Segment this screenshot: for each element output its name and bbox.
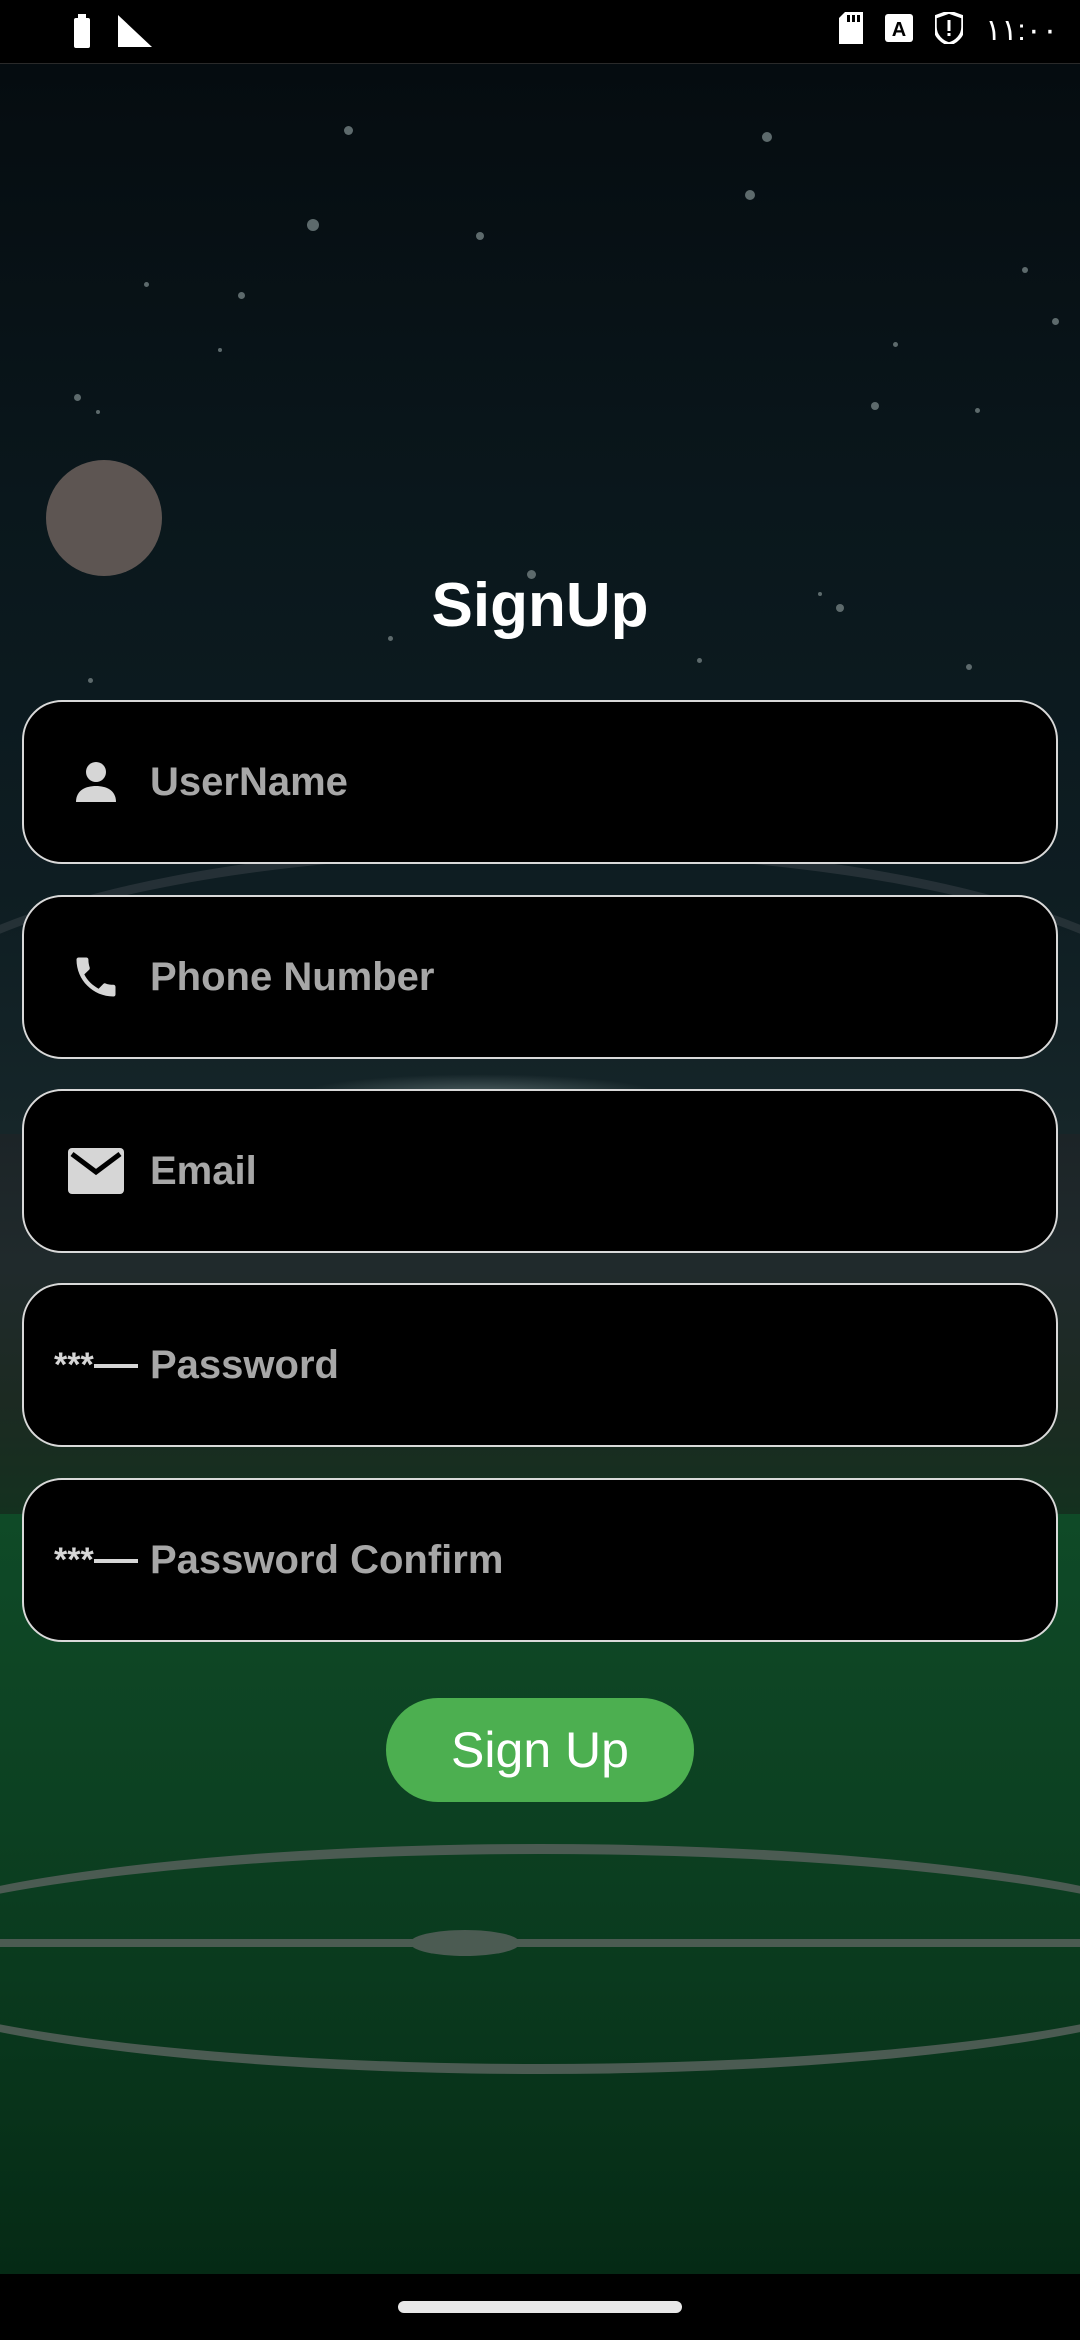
star: [745, 190, 755, 200]
signal-icon: [118, 15, 152, 52]
star: [74, 394, 81, 401]
mail-icon: [54, 1148, 138, 1194]
star: [476, 232, 484, 240]
star: [144, 282, 149, 287]
password-icon: ***: [54, 1543, 138, 1577]
battery-icon: [72, 14, 92, 53]
person-icon: [54, 758, 138, 806]
status-time: ١١:٠٠: [985, 14, 1058, 47]
password-confirm-field[interactable]: ***: [22, 1478, 1058, 1642]
email-input[interactable]: [150, 1091, 1056, 1251]
field-center-spot: [410, 1930, 520, 1956]
password-confirm-input[interactable]: [150, 1480, 1056, 1640]
keyboard-a-icon: A: [885, 14, 914, 47]
star: [344, 126, 353, 135]
signup-screen: A ١١:٠٠ SignUp UserName Phone Number Ema…: [0, 0, 1080, 2340]
username-field[interactable]: [22, 700, 1058, 864]
star: [88, 678, 93, 683]
star: [96, 410, 100, 414]
star: [871, 402, 879, 410]
star: [966, 664, 972, 670]
star: [1022, 267, 1028, 273]
field-center-circle: [0, 1844, 1080, 2074]
star: [762, 132, 772, 142]
star: [238, 292, 245, 299]
home-indicator[interactable]: [398, 2301, 682, 2313]
password-icon: ***: [54, 1348, 138, 1382]
sign-up-button[interactable]: Sign Up: [386, 1698, 694, 1802]
svg-text:A: A: [892, 19, 906, 41]
username-input[interactable]: [150, 702, 1056, 862]
password-field[interactable]: ***: [22, 1283, 1058, 1447]
star: [893, 342, 898, 347]
star: [975, 408, 980, 413]
email-field[interactable]: [22, 1089, 1058, 1253]
status-bar: A ١١:٠٠: [0, 0, 1080, 64]
star: [697, 658, 702, 663]
phone-input[interactable]: [150, 897, 1056, 1057]
moon: [46, 460, 162, 576]
phone-field[interactable]: [22, 895, 1058, 1059]
sd-card-icon: [839, 12, 864, 49]
star: [307, 219, 319, 231]
star: [218, 348, 222, 352]
page-title: SignUp: [431, 571, 649, 640]
field-halfway-line: [0, 1939, 1080, 1947]
shield-icon: [933, 10, 965, 49]
star: [1052, 318, 1059, 325]
password-input[interactable]: [150, 1285, 1056, 1445]
phone-icon: [54, 951, 138, 1003]
